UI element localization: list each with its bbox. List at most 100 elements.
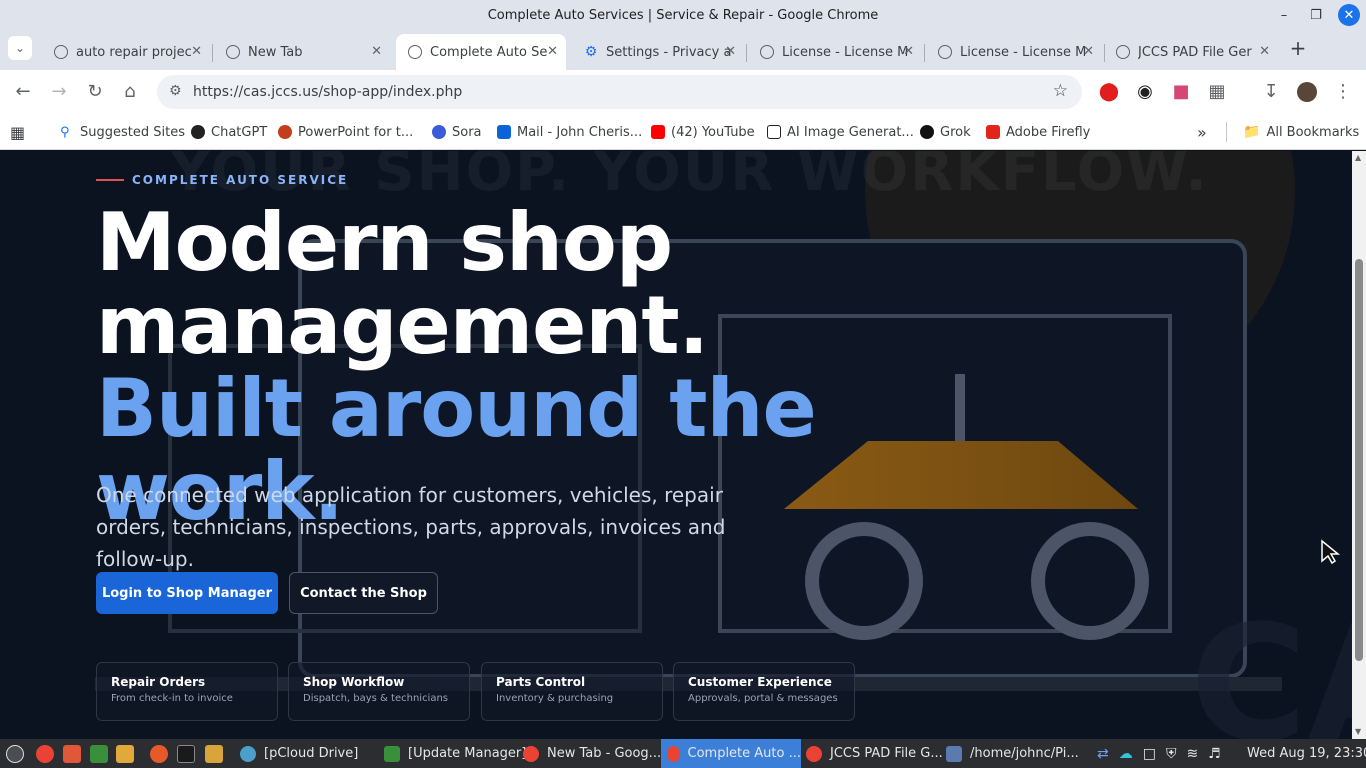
powerpoint-icon xyxy=(278,125,292,139)
feature-subtitle: Inventory & purchasing xyxy=(496,693,614,704)
tab-auto-repair[interactable]: auto repair projec ✕ xyxy=(42,34,210,70)
os-taskbar: [pCloud Drive] [Update Manager] New Tab … xyxy=(0,739,1366,768)
taskbar-item-home-folder[interactable]: /home/johnc/Pi... xyxy=(946,739,1079,768)
bookmark-suggested-sites[interactable]: ⚲ Suggested Sites xyxy=(60,122,185,142)
adobe-icon xyxy=(986,125,1000,139)
taskbar-item-pcloud[interactable]: [pCloud Drive] xyxy=(240,739,358,768)
clipboard-icon[interactable]: □ xyxy=(1143,746,1156,762)
back-icon[interactable]: ← xyxy=(11,80,35,104)
feature-card-repair-orders[interactable]: Repair Orders From check-in to invoice xyxy=(96,662,278,721)
close-tab-icon[interactable]: ✕ xyxy=(191,44,202,59)
minimize-icon[interactable]: – xyxy=(1268,8,1300,23)
chrome-icon xyxy=(523,745,539,762)
lock-launcher-icon[interactable] xyxy=(90,745,108,763)
forward-icon[interactable]: → xyxy=(47,80,71,104)
tab-jccs-pad[interactable]: JCCS PAD File Ger ✕ xyxy=(1104,34,1278,70)
bookmark-adobe-firefly[interactable]: Adobe Firefly xyxy=(986,122,1090,142)
close-tab-icon[interactable]: ✕ xyxy=(371,44,382,59)
tab-search-icon[interactable]: ⌄ xyxy=(8,36,32,60)
taskbar-item-new-tab[interactable]: New Tab - Goog... xyxy=(523,739,661,768)
bookmark-powerpoint[interactable]: PowerPoint for t... xyxy=(278,122,413,142)
close-tab-icon[interactable]: ✕ xyxy=(1259,44,1270,59)
tab-divider xyxy=(924,44,925,62)
close-tab-icon[interactable]: ✕ xyxy=(1083,44,1094,59)
home-icon[interactable]: ⌂ xyxy=(118,80,142,104)
maximize-icon[interactable]: ❐ xyxy=(1300,8,1332,23)
app-launcher-icon[interactable] xyxy=(63,745,81,763)
bookmark-chatgpt[interactable]: ChatGPT xyxy=(191,122,267,142)
bookmark-ai-image[interactable]: AI Image Generat... xyxy=(767,122,914,142)
tab-new-tab[interactable]: New Tab ✕ xyxy=(214,34,390,70)
close-tab-icon[interactable]: ✕ xyxy=(725,44,736,59)
folder-launcher-icon[interactable] xyxy=(205,745,223,763)
close-window-icon[interactable]: ✕ xyxy=(1338,4,1360,26)
network-sync-icon[interactable]: ⇄ xyxy=(1097,746,1109,762)
menu-launcher-icon[interactable] xyxy=(6,745,24,763)
contact-shop-button[interactable]: Contact the Shop xyxy=(289,572,438,614)
wifi-icon[interactable]: ≋ xyxy=(1186,746,1198,762)
bookmark-mail[interactable]: Mail - John Cheris... xyxy=(497,122,642,142)
page-scrollbar[interactable]: ▲ ▼ xyxy=(1352,151,1366,739)
opera-extension-icon[interactable]: ⬤ xyxy=(1097,80,1121,104)
feature-title: Customer Experience xyxy=(688,675,832,689)
folder-icon: 📁 xyxy=(1243,124,1261,140)
shield-icon xyxy=(384,745,400,762)
browser-toolbar: ← → ↻ ⌂ ⚙ https://cas.jccs.us/shop-app/i… xyxy=(0,70,1366,114)
all-bookmarks[interactable]: 📁 All Bookmarks xyxy=(1243,122,1359,142)
taskbar-item-update-manager[interactable]: [Update Manager] xyxy=(384,739,526,768)
files-launcher-icon[interactable] xyxy=(116,745,134,763)
scroll-down-arrow-icon[interactable]: ▼ xyxy=(1355,727,1361,736)
feature-subtitle: Approvals, portal & messages xyxy=(688,693,838,704)
scrollbar-thumb[interactable] xyxy=(1355,259,1363,661)
feature-card-parts-control[interactable]: Parts Control Inventory & purchasing xyxy=(481,662,663,721)
shield-tray-icon[interactable]: ⛨ xyxy=(1166,746,1177,762)
apps-grid-icon[interactable]: ▦ xyxy=(10,122,25,142)
dice-icon xyxy=(767,125,781,139)
scroll-up-arrow-icon[interactable]: ▲ xyxy=(1355,153,1361,162)
hero-section: CAS YOUR SHOP. YOUR WORKFLOW. COMPLETE A… xyxy=(0,151,1352,739)
close-tab-icon[interactable]: ✕ xyxy=(547,44,558,59)
microphone-extension-icon[interactable]: ■ xyxy=(1169,80,1193,104)
avatar[interactable] xyxy=(1295,80,1319,104)
download-icon[interactable]: ↧ xyxy=(1259,80,1283,104)
hero-eyebrow: COMPLETE AUTO SERVICE xyxy=(96,173,348,187)
bookmark-star-icon[interactable]: ☆ xyxy=(1053,81,1068,101)
cloud-icon[interactable]: ☁ xyxy=(1119,746,1133,762)
window-controls: – ❐ ✕ xyxy=(1268,0,1366,30)
close-tab-icon[interactable]: ✕ xyxy=(903,44,914,59)
extensions-puzzle-icon[interactable]: ▦ xyxy=(1205,80,1229,104)
bookmark-sora[interactable]: Sora xyxy=(432,122,482,142)
chevron-right-icon[interactable]: » xyxy=(1197,122,1207,142)
tab-strip: ⌄ auto repair projec ✕ New Tab ✕ Complet… xyxy=(0,30,1366,70)
brave-launcher-icon[interactable] xyxy=(150,745,168,763)
volume-icon[interactable]: ♬ xyxy=(1208,746,1221,762)
taskbar-item-complete-auto[interactable]: Complete Auto ... xyxy=(661,739,801,768)
feature-card-shop-workflow[interactable]: Shop Workflow Dispatch, bays & technicia… xyxy=(288,662,470,721)
address-bar[interactable]: ⚙ https://cas.jccs.us/shop-app/index.php… xyxy=(157,75,1082,109)
globe-icon xyxy=(760,45,774,59)
tab-license-1[interactable]: License - License M ✕ xyxy=(748,34,922,70)
tab-complete-auto[interactable]: Complete Auto Se ✕ xyxy=(396,34,566,70)
chrome-icon xyxy=(806,745,822,762)
site-info-icon[interactable]: ⚙ xyxy=(169,83,182,99)
reload-icon[interactable]: ↻ xyxy=(83,80,107,104)
clock[interactable]: Wed Aug 19, 23:30 xyxy=(1247,739,1366,768)
feature-card-customer-experience[interactable]: Customer Experience Approvals, portal & … xyxy=(673,662,855,721)
extension-icon[interactable]: ◉ xyxy=(1133,80,1157,104)
tab-settings[interactable]: ⚙ Settings - Privacy a ✕ xyxy=(572,34,744,70)
bookmark-grok[interactable]: Grok xyxy=(920,122,971,142)
taskbar-item-jccs-pad[interactable]: JCCS PAD File G... xyxy=(806,739,943,768)
login-button[interactable]: Login to Shop Manager xyxy=(96,572,278,614)
tab-license-2[interactable]: License - License M ✕ xyxy=(926,34,1102,70)
globe-icon xyxy=(1116,45,1130,59)
feature-title: Repair Orders xyxy=(111,675,206,689)
globe-icon xyxy=(408,45,422,59)
new-tab-plus-icon[interactable]: + xyxy=(1286,36,1310,60)
search-icon: ⚲ xyxy=(60,125,70,140)
menu-kebab-icon[interactable]: ⋮ xyxy=(1331,80,1355,104)
bookmark-youtube[interactable]: (42) YouTube xyxy=(651,122,755,142)
sora-icon xyxy=(432,125,446,139)
terminal-launcher-icon[interactable] xyxy=(177,745,195,763)
window-titlebar: Complete Auto Services | Service & Repai… xyxy=(0,0,1366,30)
chrome-launcher-icon[interactable] xyxy=(36,745,54,763)
